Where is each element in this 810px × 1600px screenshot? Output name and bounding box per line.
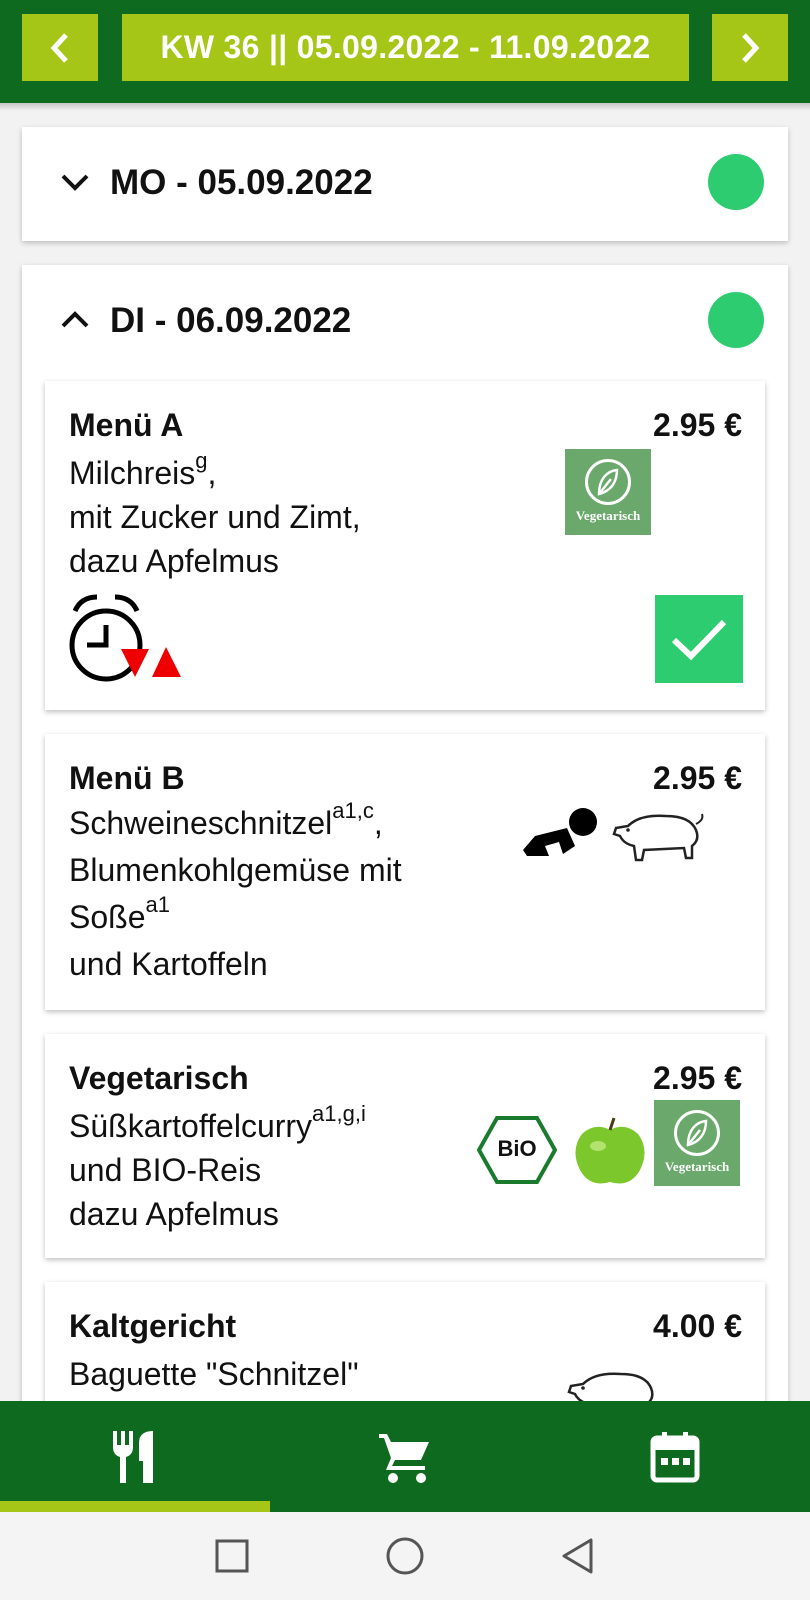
status-indicator [708, 154, 764, 210]
app-screen: KW 36 || 05.09.2022 - 11.09.2022 MO - 05… [0, 0, 810, 1600]
menu-description: Süßkartoffelcurrya1,g,i und BIO-Reis daz… [69, 1101, 366, 1236]
menu-title: Vegetarisch [69, 1060, 249, 1096]
menu-card-vegetarian[interactable]: Vegetarisch 2.95 € Süßkartoffelcurrya1,g… [45, 1034, 765, 1258]
active-tab-indicator [0, 1501, 270, 1512]
description-line: Soßea1 [69, 892, 170, 935]
day-title: DI - 06.09.2022 [110, 301, 352, 340]
nav-calendar-tab[interactable] [540, 1401, 810, 1512]
description-line: dazu Apfelmus [69, 1196, 279, 1232]
chevron-right-icon [742, 32, 760, 63]
day-header-tuesday[interactable]: DI - 06.09.2022 [22, 265, 788, 379]
menu-title: Kaltgericht [69, 1308, 237, 1344]
allergen-code: a1,c [332, 798, 374, 824]
home-icon [386, 1537, 424, 1575]
day-title: MO - 05.09.2022 [110, 163, 373, 202]
chevron-up-icon [58, 303, 92, 337]
description-line: Schweineschnitzela1,c, [69, 798, 383, 841]
allergen-code: a1,g,i [312, 1101, 366, 1127]
chevron-left-icon [50, 32, 68, 63]
nav-cart-tab[interactable] [270, 1401, 540, 1512]
menu-description: Schweineschnitzela1,c, Blumenkohlgemüse … [69, 800, 402, 988]
next-week-button[interactable] [712, 14, 788, 81]
menu-title: Menü A [69, 407, 184, 443]
description-line: Milchreisg, [69, 448, 217, 491]
top-bar: KW 36 || 05.09.2022 - 11.09.2022 [0, 0, 810, 103]
cutlery-icon [113, 1430, 153, 1483]
child-icon [523, 808, 597, 856]
menu-price: 2.95 € [653, 407, 742, 443]
recent-apps-button[interactable] [192, 1512, 272, 1600]
status-indicator [708, 292, 764, 348]
description-line: dazu Apfelmus [69, 543, 279, 579]
calendar-icon [650, 1431, 700, 1482]
chevron-down-icon [58, 165, 92, 199]
allergen-code: g [195, 448, 208, 474]
vegetarian-icon: Vegetarisch [565, 449, 651, 535]
menu-price: 2.95 € [653, 760, 742, 796]
alarm-clock-icon [69, 594, 181, 682]
back-button[interactable] [538, 1512, 618, 1600]
description-line: und Kartoffeln [69, 946, 268, 982]
week-label[interactable]: KW 36 || 05.09.2022 - 11.09.2022 [122, 14, 689, 81]
nav-menu-tab[interactable] [0, 1401, 270, 1512]
menu-title: Menü B [69, 760, 185, 796]
menu-card-b[interactable]: Menü B 2.95 € Schweineschnitzela1,c, Blu… [45, 734, 765, 1010]
menu-description: Baguette "Schnitzel" [69, 1352, 359, 1396]
apple-icon [575, 1117, 645, 1184]
description-line: Baguette "Schnitzel" [69, 1356, 359, 1392]
recent-apps-icon [215, 1539, 249, 1573]
bio-seal-icon: BiO [477, 1116, 557, 1184]
cart-icon [379, 1433, 429, 1483]
back-icon [562, 1538, 593, 1574]
home-button[interactable] [365, 1512, 445, 1600]
menu-description: Milchreisg, mit Zucker und Zimt, dazu Ap… [69, 448, 361, 583]
pig-icon [612, 813, 704, 862]
vegetarian-icon: Vegetarisch [654, 1100, 740, 1186]
description-line: Blumenkohlgemüse mit [69, 852, 402, 888]
previous-week-button[interactable] [22, 14, 98, 81]
system-navigation-bar [0, 1512, 810, 1600]
menu-price: 4.00 € [653, 1308, 742, 1344]
description-line: Süßkartoffelcurrya1,g,i [69, 1101, 366, 1144]
ordered-checkbox[interactable] [655, 595, 743, 683]
day-card-monday: MO - 05.09.2022 [22, 127, 788, 241]
menu-card-a[interactable]: Menü A 2.95 € Milchreisg, mit Zucker und… [45, 381, 765, 710]
bio-seal-label: BiO [497, 1136, 536, 1161]
menu-price: 2.95 € [653, 1060, 742, 1096]
description-line: und BIO-Reis [69, 1152, 262, 1188]
day-header-monday[interactable]: MO - 05.09.2022 [22, 127, 788, 241]
check-icon [671, 619, 727, 661]
allergen-code: a1 [145, 892, 170, 918]
top-bar-shadow [0, 103, 810, 111]
description-line: mit Zucker und Zimt, [69, 499, 361, 535]
bottom-navigation [0, 1401, 810, 1512]
